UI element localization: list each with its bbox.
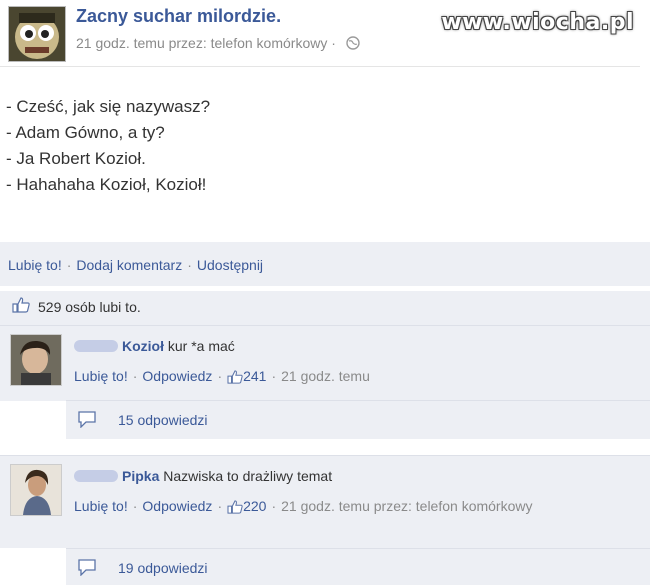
replies-row[interactable]: 15 odpowiedzi bbox=[66, 400, 650, 439]
thumb-up-icon bbox=[227, 370, 243, 384]
reply-icon bbox=[78, 559, 96, 576]
commenter-name[interactable]: Kozioł bbox=[122, 338, 164, 354]
comment-reply-link[interactable]: Odpowiedz bbox=[142, 498, 212, 514]
comment-meta: Lubię to! · Odpowiedz · 241 · 21 godz. temu bbox=[74, 368, 370, 384]
thumb-up-icon bbox=[227, 500, 243, 514]
post-meta-text: 21 godz. temu przez: telefon komórkowy · bbox=[76, 35, 336, 51]
post-body: - Cześć, jak się nazywasz? - Adam Gówno,… bbox=[6, 94, 210, 198]
blurred-first-name bbox=[74, 470, 118, 482]
comment-like-link[interactable]: Lubię to! bbox=[74, 498, 128, 514]
page-name[interactable]: Zacny suchar milordzie. bbox=[76, 6, 281, 27]
comment-reply-link[interactable]: Odpowiedz bbox=[142, 368, 212, 384]
comment-content: Kozioł kur *a mać bbox=[74, 338, 235, 354]
share-link[interactable]: Udostępnij bbox=[197, 257, 263, 273]
comment-text: Nazwiska to drażliwy temat bbox=[163, 468, 333, 484]
post-action-bar: Lubię to! · Dodaj komentarz · Udostępnij bbox=[0, 242, 650, 286]
post-line: - Hahahaha Kozioł, Kozioł! bbox=[6, 175, 207, 194]
post-line: - Cześć, jak się nazywasz? bbox=[6, 97, 211, 116]
commenter-name[interactable]: Pipka bbox=[122, 468, 159, 484]
page-avatar[interactable] bbox=[8, 6, 66, 62]
header-divider bbox=[0, 66, 640, 67]
comment-like-link[interactable]: Lubię to! bbox=[74, 368, 128, 384]
comment-text: kur *a mać bbox=[167, 338, 235, 354]
comment-like-count[interactable]: 220 bbox=[243, 498, 266, 514]
comment-avatar[interactable] bbox=[10, 464, 62, 516]
comment-like-count[interactable]: 241 bbox=[243, 368, 266, 384]
likes-count-link[interactable]: 529 osób lubi to. bbox=[38, 299, 141, 315]
reply-icon bbox=[78, 411, 96, 428]
separator-dot: · bbox=[66, 257, 72, 273]
add-comment-link[interactable]: Dodaj komentarz bbox=[76, 257, 182, 273]
comment: Kozioł kur *a mać Lubię to! · Odpowiedz · 24… bbox=[0, 325, 650, 401]
post-meta: 21 godz. temu przez: telefon komórkowy · bbox=[76, 35, 360, 51]
globe-icon bbox=[346, 36, 360, 50]
site-watermark: www.wiocha.pl bbox=[441, 10, 634, 35]
comment-avatar[interactable] bbox=[10, 334, 62, 386]
blurred-first-name bbox=[74, 340, 118, 352]
separator-dot: · bbox=[187, 257, 192, 273]
comment: Pipka Nazwiska to drażliwy temat Lubię t… bbox=[0, 455, 650, 548]
post-line: - Adam Gówno, a ty? bbox=[6, 123, 165, 142]
replies-row[interactable]: 19 odpowiedzi bbox=[66, 548, 650, 585]
comment-time[interactable]: 21 godz. temu przez: telefon komórkowy bbox=[281, 498, 532, 514]
likes-summary-row: 529 osób lubi to. bbox=[0, 290, 650, 325]
post-actions: Lubię to! · Dodaj komentarz · Udostępnij bbox=[8, 257, 263, 273]
post-line: - Ja Robert Kozioł. bbox=[6, 149, 146, 168]
comment-content: Pipka Nazwiska to drażliwy temat bbox=[74, 468, 332, 484]
like-link[interactable]: Lubię to! bbox=[8, 257, 62, 273]
replies-count[interactable]: 19 odpowiedzi bbox=[118, 560, 208, 576]
replies-count[interactable]: 15 odpowiedzi bbox=[118, 412, 208, 428]
comment-meta: Lubię to! · Odpowiedz · 220 · 21 godz. temu pr… bbox=[74, 498, 533, 514]
thumb-up-icon bbox=[12, 297, 30, 313]
comment-time[interactable]: 21 godz. temu bbox=[281, 368, 370, 384]
